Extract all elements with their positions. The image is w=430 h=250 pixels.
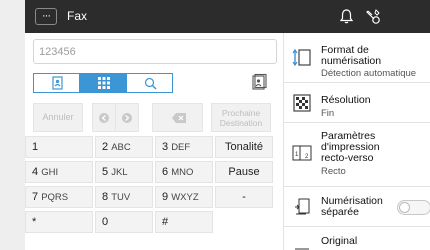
- top-bar: ··· Fax: [25, 0, 430, 33]
- key-hash[interactable]: #: [155, 211, 213, 233]
- left-edge-strip: [0, 0, 26, 250]
- setting-title: Original: [321, 235, 358, 247]
- key-4[interactable]: 4 GHI: [25, 161, 93, 183]
- fax-number-placeholder: 123456: [39, 46, 76, 58]
- original-icon: [295, 248, 309, 250]
- key-9[interactable]: 9 WXYZ: [155, 186, 213, 208]
- empty-key-slot: [215, 211, 273, 233]
- arrow-left-icon: [99, 113, 109, 123]
- key-3[interactable]: 3 DEF: [155, 136, 213, 158]
- key-6[interactable]: 6 MNO: [155, 161, 213, 183]
- settings-panel: Format de numérisation Détection automat…: [283, 33, 430, 250]
- edit-button-row: Annuler Prochaine Destination: [33, 103, 279, 132]
- setting-title-line2: numérisation: [321, 55, 382, 67]
- cursor-left-button[interactable]: [92, 103, 116, 132]
- separate-scan-toggle[interactable]: [397, 200, 430, 215]
- bell-icon[interactable]: [338, 8, 355, 25]
- key-star[interactable]: *: [25, 211, 93, 233]
- tone-button[interactable]: Tonalité: [215, 136, 273, 158]
- backspace-button[interactable]: [152, 103, 203, 132]
- address-lookup-icon[interactable]: [247, 73, 271, 93]
- tab-keypad[interactable]: [79, 73, 127, 93]
- setting-separate-scan[interactable]: Numérisation séparée: [284, 187, 430, 227]
- setting-scan-size[interactable]: Format de numérisation Détection automat…: [284, 33, 430, 83]
- hyphen-button[interactable]: -: [215, 186, 273, 208]
- scan-size-icon: [292, 48, 311, 67]
- setting-duplex[interactable]: 1 2 Paramètres d'impression recto-verso …: [284, 123, 430, 187]
- fax-number-field[interactable]: 123456: [33, 39, 277, 64]
- tab-address-book[interactable]: [33, 73, 80, 93]
- key-0[interactable]: 0: [95, 211, 153, 233]
- separate-scan-icon: [295, 198, 310, 215]
- svg-text:1: 1: [295, 152, 299, 158]
- address-book-icon: [52, 76, 63, 90]
- next-destination-button[interactable]: Prochaine Destination: [211, 103, 271, 132]
- cancel-button[interactable]: Annuler: [33, 103, 83, 132]
- duplex-icon: 1 2: [292, 145, 312, 161]
- backspace-icon: [172, 113, 186, 123]
- setting-title-line2: séparée: [321, 206, 359, 218]
- setting-title: Résolution: [321, 94, 371, 106]
- fax-screen: ··· Fax 123456 Annuler Prochaine Destina…: [0, 0, 430, 250]
- key-2[interactable]: 2 ABC: [95, 136, 153, 158]
- cursor-right-button[interactable]: [115, 103, 139, 132]
- arrow-right-icon: [122, 113, 132, 123]
- search-icon: [144, 77, 157, 90]
- pause-button[interactable]: Pause: [215, 161, 273, 183]
- keypad-icon: [98, 77, 110, 89]
- setting-resolution[interactable]: Résolution Fin: [284, 83, 430, 123]
- page-title: Fax: [67, 9, 88, 23]
- next-destination-line2: Destination: [219, 118, 263, 128]
- menu-button[interactable]: ···: [35, 8, 57, 25]
- key-5[interactable]: 5 JKL: [95, 161, 153, 183]
- setting-value: Fin: [321, 108, 335, 119]
- next-destination-line1: Prochaine: [221, 108, 261, 118]
- tab-search[interactable]: [126, 73, 173, 93]
- toggle-knob: [399, 202, 410, 213]
- tools-icon[interactable]: [364, 8, 382, 26]
- setting-original[interactable]: Original: [284, 227, 430, 250]
- key-7[interactable]: 7 PQRS: [25, 186, 93, 208]
- destination-panel: 123456 Annuler Prochaine Destination 1 2…: [25, 33, 283, 250]
- setting-value: Recto: [321, 166, 346, 177]
- resolution-icon: [293, 94, 311, 112]
- setting-value: Détection automatique: [321, 68, 417, 79]
- setting-title-line3: recto-verso: [321, 152, 374, 164]
- key-1[interactable]: 1: [25, 136, 93, 158]
- key-8[interactable]: 8 TUV: [95, 186, 153, 208]
